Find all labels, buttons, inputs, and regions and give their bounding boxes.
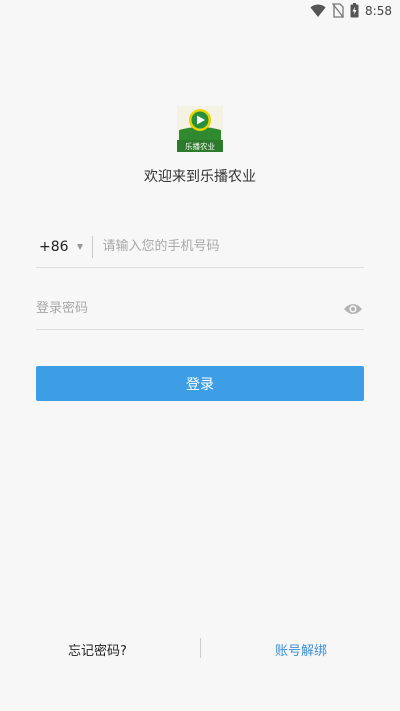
wifi-icon xyxy=(310,4,326,17)
app-logo: 乐播农业 xyxy=(177,106,223,152)
password-row xyxy=(36,288,364,330)
no-sim-icon xyxy=(332,3,345,18)
phone-divider xyxy=(91,235,93,258)
phone-row: +86 xyxy=(36,226,364,268)
bottom-links: 忘记密码? 账号解绑 xyxy=(0,638,400,660)
password-input[interactable] xyxy=(36,301,343,316)
battery-charging-icon xyxy=(350,3,359,18)
logo-caption: 乐播农业 xyxy=(185,141,215,151)
forgot-password-link[interactable]: 忘记密码? xyxy=(68,640,127,659)
bottom-divider xyxy=(200,638,201,658)
login-button[interactable]: 登录 xyxy=(36,366,364,401)
eye-icon[interactable] xyxy=(343,302,363,316)
phone-input[interactable] xyxy=(102,239,364,254)
account-unbind-link[interactable]: 账号解绑 xyxy=(275,640,327,659)
triangle-down-icon[interactable] xyxy=(76,243,83,250)
status-icons: 8:58 xyxy=(310,3,392,18)
status-time: 8:58 xyxy=(365,3,392,18)
status-bar: 8:58 xyxy=(0,0,400,24)
country-code-selector[interactable]: +86 xyxy=(39,239,69,255)
welcome-text: 欢迎来到乐播农业 xyxy=(144,169,256,185)
